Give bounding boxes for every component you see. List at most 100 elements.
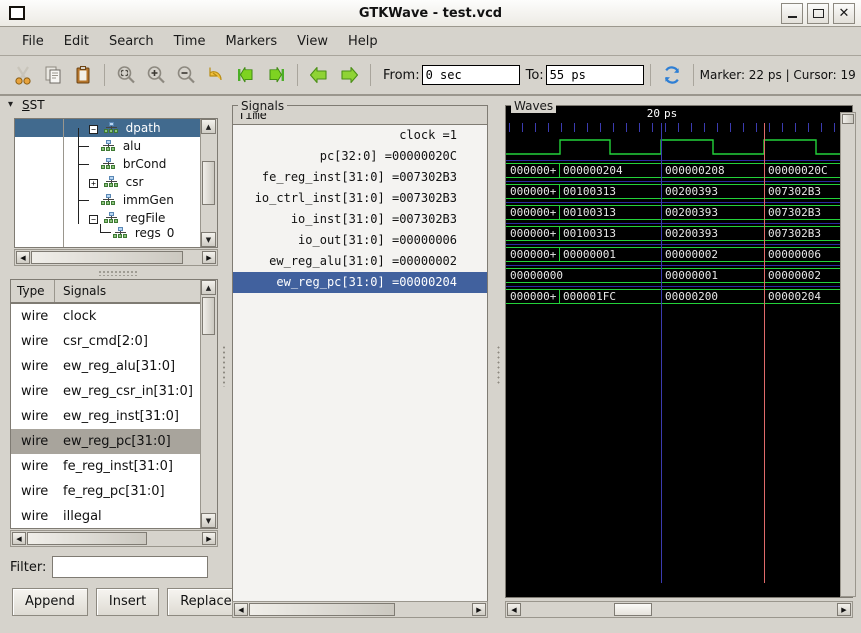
- signals-panel[interactable]: Time clock =1 pc[32:0] =00000020C fe_reg…: [232, 105, 488, 617]
- bus-segment[interactable]: 00100313: [559, 184, 661, 199]
- signal-value-row[interactable]: fe_reg_inst[31:0] =007302B3: [233, 167, 487, 188]
- waves-vscrollbar[interactable]: [840, 112, 856, 597]
- cursor-line-red[interactable]: [764, 123, 765, 583]
- scroll-left-arrow[interactable]: ◀: [12, 532, 26, 545]
- list-item[interactable]: wire ew_reg_inst[31:0]: [11, 404, 201, 429]
- pane-resize-grip-left[interactable]: [222, 345, 227, 387]
- tree-expander-dpath[interactable]: −: [89, 125, 98, 134]
- bus-segment[interactable]: 000000+: [506, 205, 559, 220]
- bus-segment[interactable]: 000000+: [506, 247, 559, 262]
- bus-segment[interactable]: 000000+: [506, 163, 559, 178]
- waveform-row[interactable]: 000000+ 00100313 00200393 007302B3: [506, 181, 852, 202]
- close-button[interactable]: ✕: [833, 3, 855, 24]
- zoom-to-end-icon[interactable]: [261, 60, 291, 90]
- scroll-up-arrow[interactable]: ▲: [201, 119, 216, 134]
- scroll-thumb[interactable]: [842, 114, 854, 124]
- list-item-selected[interactable]: wire ew_reg_pc[31:0]: [11, 429, 201, 454]
- signal-value-row[interactable]: io_inst[31:0] =007302B3: [233, 209, 487, 230]
- scroll-thumb[interactable]: [202, 161, 215, 205]
- paste-icon[interactable]: [68, 60, 98, 90]
- tree-item-immgen[interactable]: immGen: [15, 191, 201, 209]
- pane-resize-grip[interactable]: [98, 270, 138, 276]
- filter-input[interactable]: [52, 556, 209, 578]
- zoom-to-start-icon[interactable]: [231, 60, 261, 90]
- bus-segment[interactable]: 00200393: [661, 184, 764, 199]
- signal-list-vscrollbar[interactable]: ▲ ▼: [200, 280, 217, 528]
- zoom-fit-icon[interactable]: [111, 60, 141, 90]
- scroll-thumb[interactable]: [249, 603, 395, 616]
- signal-value-row[interactable]: io_out[31:0] =00000006: [233, 230, 487, 251]
- menu-edit[interactable]: Edit: [54, 31, 99, 52]
- waves-panel[interactable]: 20 ps 000000+ 000000204 000000208 00000020C…: [505, 105, 853, 598]
- copy-icon[interactable]: [38, 60, 68, 90]
- tree-item-regs0[interactable]: regs_0: [15, 227, 201, 239]
- scroll-right-arrow[interactable]: ▶: [202, 532, 216, 545]
- scroll-right-arrow[interactable]: ▶: [202, 251, 216, 264]
- tree-item-csr[interactable]: + csr: [15, 173, 201, 191]
- scroll-thumb[interactable]: [31, 251, 183, 264]
- next-edge-icon[interactable]: [334, 60, 364, 90]
- insert-button[interactable]: Insert: [95, 588, 160, 616]
- signal-list-hscrollbar[interactable]: ◀ ▶: [10, 530, 218, 547]
- list-item[interactable]: wire clock: [11, 304, 201, 329]
- sst-tree[interactable]: − dpath alu brCond + csr immGen − regFil…: [14, 118, 218, 248]
- zoom-in-icon[interactable]: [141, 60, 171, 90]
- wave-canvas[interactable]: 000000+ 000000204 000000208 00000020C 000000…: [506, 134, 852, 589]
- to-input[interactable]: 55 ps: [545, 65, 644, 85]
- signal-value-row-selected[interactable]: ew_reg_pc[31:0] =00000204: [233, 272, 487, 293]
- prev-edge-icon[interactable]: [304, 60, 334, 90]
- scroll-up-arrow[interactable]: ▲: [201, 280, 216, 295]
- scroll-left-arrow[interactable]: ◀: [507, 603, 521, 616]
- bus-segment[interactable]: 00000002: [661, 247, 764, 262]
- tree-item-alu[interactable]: alu: [15, 137, 201, 155]
- from-input[interactable]: 0 sec: [421, 65, 520, 85]
- maximize-button[interactable]: [807, 3, 829, 24]
- append-button[interactable]: Append: [12, 588, 88, 616]
- scroll-down-arrow[interactable]: ▼: [201, 232, 216, 247]
- sst-expander-icon[interactable]: ▾: [8, 99, 13, 110]
- list-item[interactable]: wire illegal: [11, 504, 201, 528]
- bus-segment[interactable]: 000001FC: [559, 289, 661, 304]
- waveform-row-clock[interactable]: [506, 134, 852, 160]
- scroll-left-arrow[interactable]: ◀: [234, 603, 248, 616]
- list-item[interactable]: wire ew_reg_alu[31:0]: [11, 354, 201, 379]
- waveform-row[interactable]: 00000000 00000001 00000002: [506, 265, 852, 286]
- tree-item-brcond[interactable]: brCond: [15, 155, 201, 173]
- bus-segment[interactable]: 000000+: [506, 226, 559, 241]
- waveform-row[interactable]: 000000+ 00000001 00000002 00000006: [506, 244, 852, 265]
- time-ruler[interactable]: 20 ps: [506, 106, 852, 123]
- bus-segment[interactable]: 000000+: [506, 289, 559, 304]
- scroll-thumb[interactable]: [202, 297, 215, 335]
- cut-icon[interactable]: [8, 60, 38, 90]
- list-item[interactable]: wire fe_reg_pc[31:0]: [11, 479, 201, 504]
- menu-search[interactable]: Search: [99, 31, 164, 52]
- waveform-row[interactable]: 000000+ 00100313 00200393 007302B3: [506, 202, 852, 223]
- bus-segment[interactable]: 00100313: [559, 205, 661, 220]
- sst-tree-hscrollbar[interactable]: ◀ ▶: [14, 249, 218, 266]
- waveform-row[interactable]: 000000+ 000000204 000000208 00000020C: [506, 160, 852, 181]
- column-header-signals[interactable]: Signals: [55, 280, 106, 302]
- scroll-thumb[interactable]: [27, 532, 147, 545]
- waveform-row[interactable]: 000000+ 00100313 00200393 007302B3: [506, 223, 852, 244]
- bus-segment[interactable]: 000000204: [559, 163, 661, 178]
- signal-list[interactable]: Type Signals wire clock wire csr_cmd[2:0…: [10, 279, 218, 529]
- bus-segment[interactable]: 00000001: [559, 247, 661, 262]
- zoom-undo-icon[interactable]: [201, 60, 231, 90]
- tree-item-dpath[interactable]: − dpath: [15, 119, 201, 137]
- menu-view[interactable]: View: [287, 31, 338, 52]
- scroll-left-arrow[interactable]: ◀: [16, 251, 30, 264]
- list-item[interactable]: wire fe_reg_inst[31:0]: [11, 454, 201, 479]
- tree-expander-csr[interactable]: +: [89, 179, 98, 188]
- bus-segment[interactable]: 00200393: [661, 205, 764, 220]
- signal-value-row[interactable]: io_ctrl_inst[31:0] =007302B3: [233, 188, 487, 209]
- signal-value-row[interactable]: pc[32:0] =00000020C: [233, 146, 487, 167]
- scroll-down-arrow[interactable]: ▼: [201, 513, 216, 528]
- list-item[interactable]: wire csr_cmd[2:0]: [11, 329, 201, 354]
- reload-icon[interactable]: [657, 60, 687, 90]
- menu-help[interactable]: Help: [338, 31, 388, 52]
- bus-segment[interactable]: 00000000: [506, 268, 661, 283]
- bus-segment[interactable]: 00200393: [661, 226, 764, 241]
- signal-value-row[interactable]: clock =1: [233, 125, 487, 146]
- menu-markers[interactable]: Markers: [215, 31, 287, 52]
- pane-resize-grip-right[interactable]: [496, 345, 501, 385]
